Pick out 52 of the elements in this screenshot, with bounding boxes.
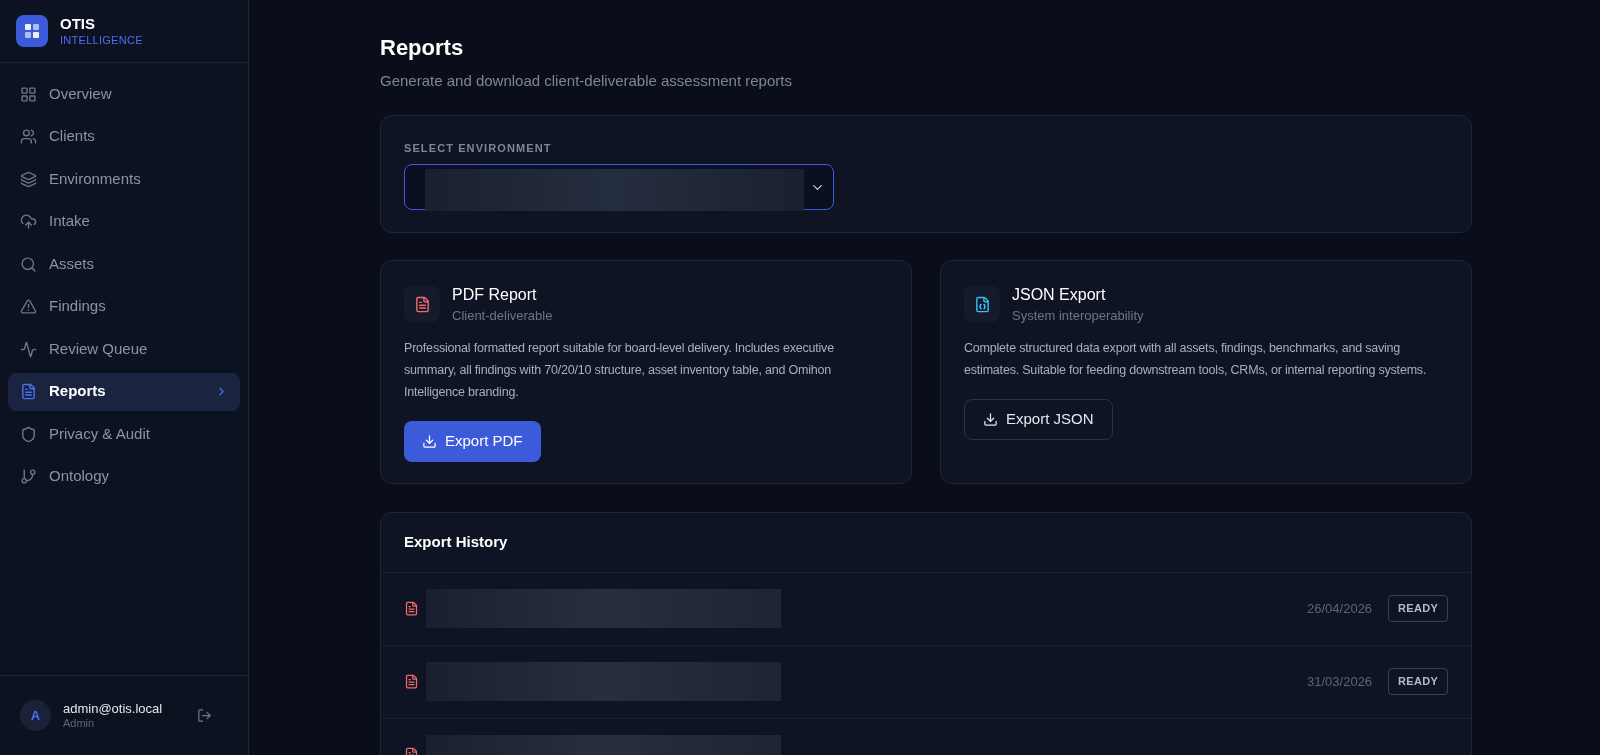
history-row[interactable]: 31/03/2026 READY [381,645,1471,719]
user-email: admin@otis.local [63,700,164,717]
document-icon [404,674,419,689]
panel-title: Export History [381,512,1471,573]
pulse-icon [20,340,37,358]
history-row[interactable]: 26/04/2026 READY [381,572,1471,646]
field-label: SELECT ENVIRONMENT [404,140,553,156]
nav-item[interactable]: Review Queue [8,330,240,368]
document-icon [20,383,37,400]
search-icon [20,255,37,273]
card-subtitle: Client-deliverable [452,307,553,324]
shield-icon [20,425,37,443]
card-description: Complete structured data export with all assets, findings, benchmarks, and saving estimates. Suitable for feeding downstream tools, CRMs, or internal reporting systems. [964,339,1428,379]
status-badge: READY [1388,668,1448,695]
card-description: Professional formatted report suitable for board-level delivery. Includes executive summary, all findings with 70/20/10 structure, asset inventory table, and Omihon Intelligence branding. [404,339,835,401]
export-date: 31/03/2026 [1307,672,1373,691]
nav-item[interactable]: Environments [8,160,240,198]
layers-icon [20,170,37,188]
nav-item[interactable]: Assets [8,245,240,283]
page-subtitle: Generate and download client-deliverable assessment reports [380,71,793,91]
export-date: 26/04/2026 [1307,599,1373,618]
nav-item[interactable]: Ontology [8,457,240,496]
grid-icon [20,85,37,103]
nav-item[interactable]: Reports [8,372,240,411]
branch-icon [20,468,37,485]
environment-select[interactable] [404,164,834,210]
export-button[interactable]: Export JSON [964,398,1113,440]
nav-item[interactable]: Overview [8,75,240,113]
user-role: Admin [63,716,96,731]
brand-tagline: INTELLIGENCE [60,33,143,48]
document-icon [404,601,419,616]
card-subtitle: System interoperability [1012,307,1144,324]
export-button[interactable]: Export PDF [404,420,541,462]
code-file-icon [964,286,1000,323]
users-icon [20,128,37,145]
nav-item[interactable]: Intake [8,202,240,241]
card-title: JSON Export [1012,284,1107,305]
warning-icon [20,298,37,315]
status-badge: READY [1388,595,1448,622]
logo-icon [16,15,48,47]
brand-name: OTIS [60,14,96,34]
nav-item[interactable]: Findings [8,287,240,326]
page-title: Reports [380,34,465,62]
card-title: PDF Report [452,284,538,305]
logout-icon[interactable] [197,708,212,723]
nav-item[interactable]: Clients [8,117,240,156]
download-icon [422,433,437,449]
user-avatar: A [20,700,51,731]
document-icon [404,286,440,323]
download-icon [983,411,998,427]
nav-item[interactable]: Privacy & Audit [8,415,240,453]
cloud-upload-icon [20,213,37,230]
